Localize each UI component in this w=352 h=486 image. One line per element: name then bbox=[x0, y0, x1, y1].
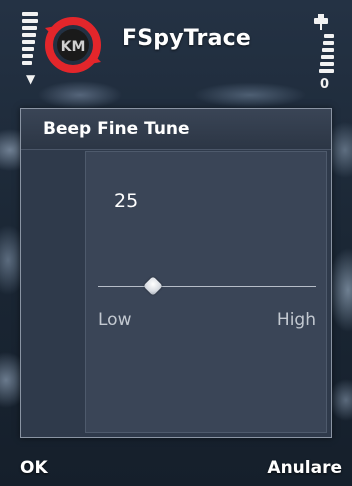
slider-track[interactable] bbox=[98, 286, 316, 287]
slider-value: 25 bbox=[114, 190, 139, 212]
slider-min-label: Low bbox=[98, 310, 132, 330]
cancel-softkey[interactable]: Anulare bbox=[267, 458, 342, 478]
battery-charging-icon: 0 bbox=[314, 12, 334, 92]
slider-max-label: High bbox=[276, 310, 316, 330]
fspytrace-logo-icon: KM bbox=[45, 17, 101, 73]
beep-fine-tune-dialog: Beep Fine Tune 25 Low High bbox=[20, 108, 332, 438]
logo-text: KM bbox=[61, 39, 86, 55]
charging-plug-icon bbox=[314, 14, 328, 30]
slider-panel: 25 Low High bbox=[85, 151, 327, 433]
slider-thumb[interactable] bbox=[142, 276, 163, 296]
app-title: FSpyTrace bbox=[122, 26, 252, 51]
dialog-header: Beep Fine Tune bbox=[21, 109, 331, 150]
ok-softkey[interactable]: OK bbox=[20, 458, 48, 478]
signal-strength-icon: ▼ bbox=[22, 12, 38, 85]
dialog-title: Beep Fine Tune bbox=[43, 119, 190, 139]
antenna-icon: ▼ bbox=[26, 72, 36, 86]
battery-indicator-text: 0 bbox=[320, 77, 330, 92]
